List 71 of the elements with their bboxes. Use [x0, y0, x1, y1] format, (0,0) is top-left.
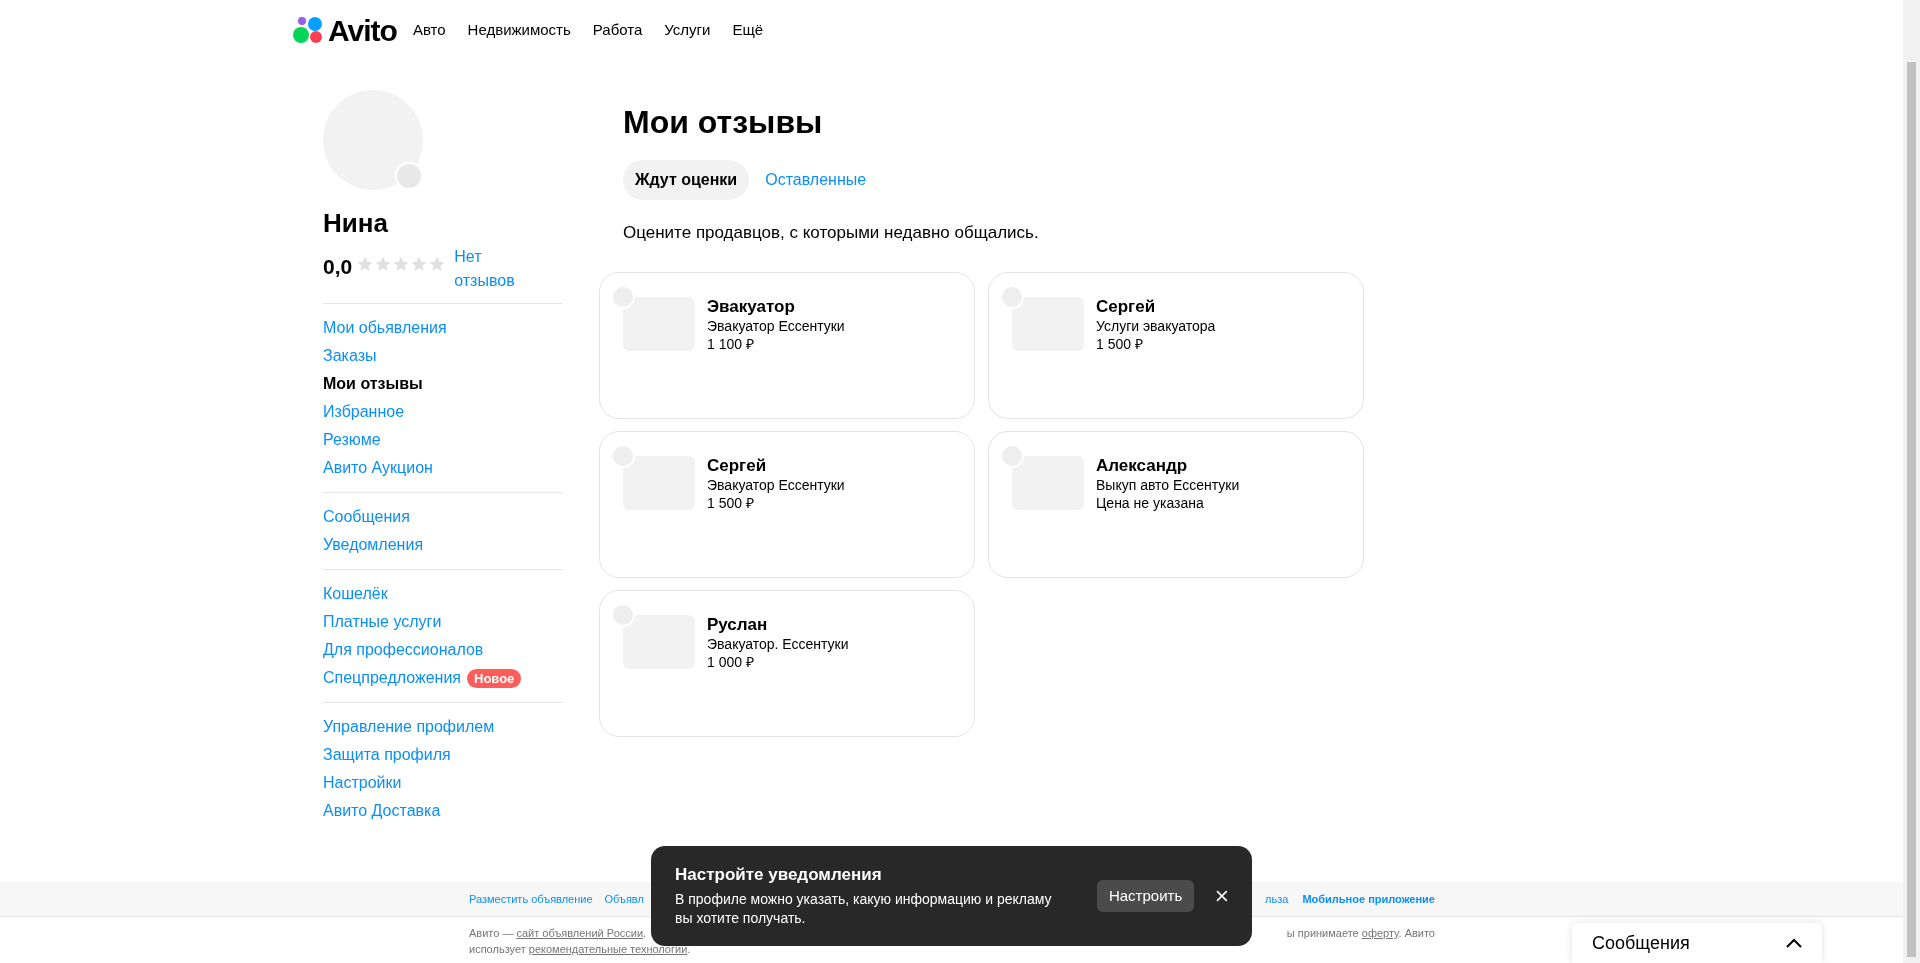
listing-price: 1 100 ₽ [707, 334, 755, 353]
seller-name: Эвакуатор [707, 296, 796, 317]
listing-title: Эвакуатор. Ессентуки [707, 634, 849, 653]
sidebar-item[interactable]: Защита профиля [323, 741, 451, 769]
sidebar-item[interactable]: Кошелёк [323, 580, 388, 608]
sidebar-item[interactable]: Управление профилем [323, 713, 495, 741]
nav-link[interactable]: Авто [412, 18, 446, 42]
toast-title: Настройте уведомления [675, 864, 883, 886]
listing-price: Цена не указана [1096, 493, 1205, 512]
seller-name: Александр [1096, 455, 1189, 476]
listing-title: Выкуп авто Ессентуки [1096, 475, 1240, 494]
listing-title: Эвакуатор Ессентуки [707, 316, 845, 335]
no-reviews-link[interactable]: Нет отзывов [454, 245, 525, 293]
scrollbar[interactable] [1903, 0, 1920, 963]
sidebar-item[interactable]: Авито Доставка [323, 797, 441, 825]
close-icon[interactable] [1216, 890, 1228, 902]
star-icon [410, 255, 429, 273]
seller-name: Руслан [707, 614, 769, 635]
sidebar-item[interactable]: Уведомления [323, 531, 424, 559]
listing-price: 1 000 ₽ [707, 652, 755, 671]
listing-price: 1 500 ₽ [1096, 334, 1144, 353]
footer-link[interactable]: Разместить объявление [469, 890, 593, 908]
sidebar-item[interactable]: Заказы [323, 342, 377, 370]
sidebar-item[interactable]: Спецпредложения [323, 664, 461, 692]
nav-link[interactable]: Услуги [664, 18, 711, 42]
messages-widget[interactable]: Сообщения [1572, 923, 1822, 963]
listing-title: Эвакуатор Ессентуки [707, 475, 845, 494]
nav-link[interactable]: Недвижимость [467, 18, 571, 42]
messages-widget-title: Сообщения [1592, 931, 1690, 955]
footer-note-link[interactable]: оферту [1361, 927, 1399, 939]
sidebar-item[interactable]: Авито Аукцион [323, 454, 433, 482]
listing-price: 1 500 ₽ [707, 493, 755, 512]
seller-name: Сергей [1096, 296, 1157, 317]
nav-link[interactable]: Ещё [732, 18, 764, 42]
listing-title: Услуги эвакуатора [1096, 316, 1216, 335]
seller-card[interactable]: Руслан Эвакуатор. Ессентуки 1 000 ₽ [599, 589, 975, 737]
star-icon [392, 255, 411, 273]
footer-link[interactable]: Мобильное приложение [1302, 890, 1435, 908]
star-icon [374, 255, 393, 273]
logo-text[interactable]: Avito [328, 7, 397, 53]
star-icon [356, 255, 375, 273]
logo-icon[interactable] [293, 15, 325, 45]
sidebar-item[interactable]: Избранное [323, 398, 405, 426]
seller-card[interactable]: Сергей Услуги эвакуатора 1 500 ₽ [988, 271, 1364, 419]
sidebar-item[interactable]: Настройки [323, 769, 402, 797]
chevron-icon[interactable] [1786, 938, 1802, 948]
footer-link[interactable]: Объявл [604, 890, 644, 908]
sidebar-item[interactable]: Для профессионалов [323, 636, 484, 664]
sidebar-item[interactable]: Мои обьявления [323, 314, 447, 342]
seller-name: Сергей [707, 455, 768, 476]
tab[interactable]: Оставленные [753, 160, 879, 200]
rating-value: 0,0 [323, 254, 353, 280]
setup-button[interactable]: Настроить [1096, 880, 1195, 912]
footer-note: ы принимаете оферту. Авито [1286, 926, 1435, 941]
footer-link[interactable]: льза [1265, 890, 1289, 908]
sidebar-item[interactable]: Платные услуги [323, 608, 442, 636]
sidebar-item[interactable]: Резюме [323, 426, 381, 454]
seller-card[interactable]: Александр Выкуп авто Ессентуки Цена не указана [988, 430, 1364, 578]
profile-name: Нина [323, 207, 389, 240]
sidebar-item[interactable]: Сообщения [323, 503, 410, 531]
footer-note: использует рекомендательные технологии. [469, 942, 691, 957]
tab[interactable]: Ждут оценки [623, 160, 750, 200]
seller-card[interactable]: Эвакуатор Эвакуатор Ессентуки 1 100 ₽ [599, 271, 975, 419]
star-icon [428, 255, 447, 273]
toast-text: В профиле можно указать, какую информацию и рекламу вы хотите получать. [675, 890, 1053, 928]
sidebar-item[interactable]: Мои отзывы [323, 370, 423, 398]
page-subtitle: Оцените продавцов, с которыми недавно общались. [623, 222, 1040, 244]
seller-card[interactable]: Сергей Эвакуатор Ессентуки 1 500 ₽ [599, 430, 975, 578]
page-title: Мои отзывы [623, 103, 824, 142]
nav-link[interactable]: Работа [592, 18, 643, 42]
new-badge: Новое [467, 668, 522, 688]
